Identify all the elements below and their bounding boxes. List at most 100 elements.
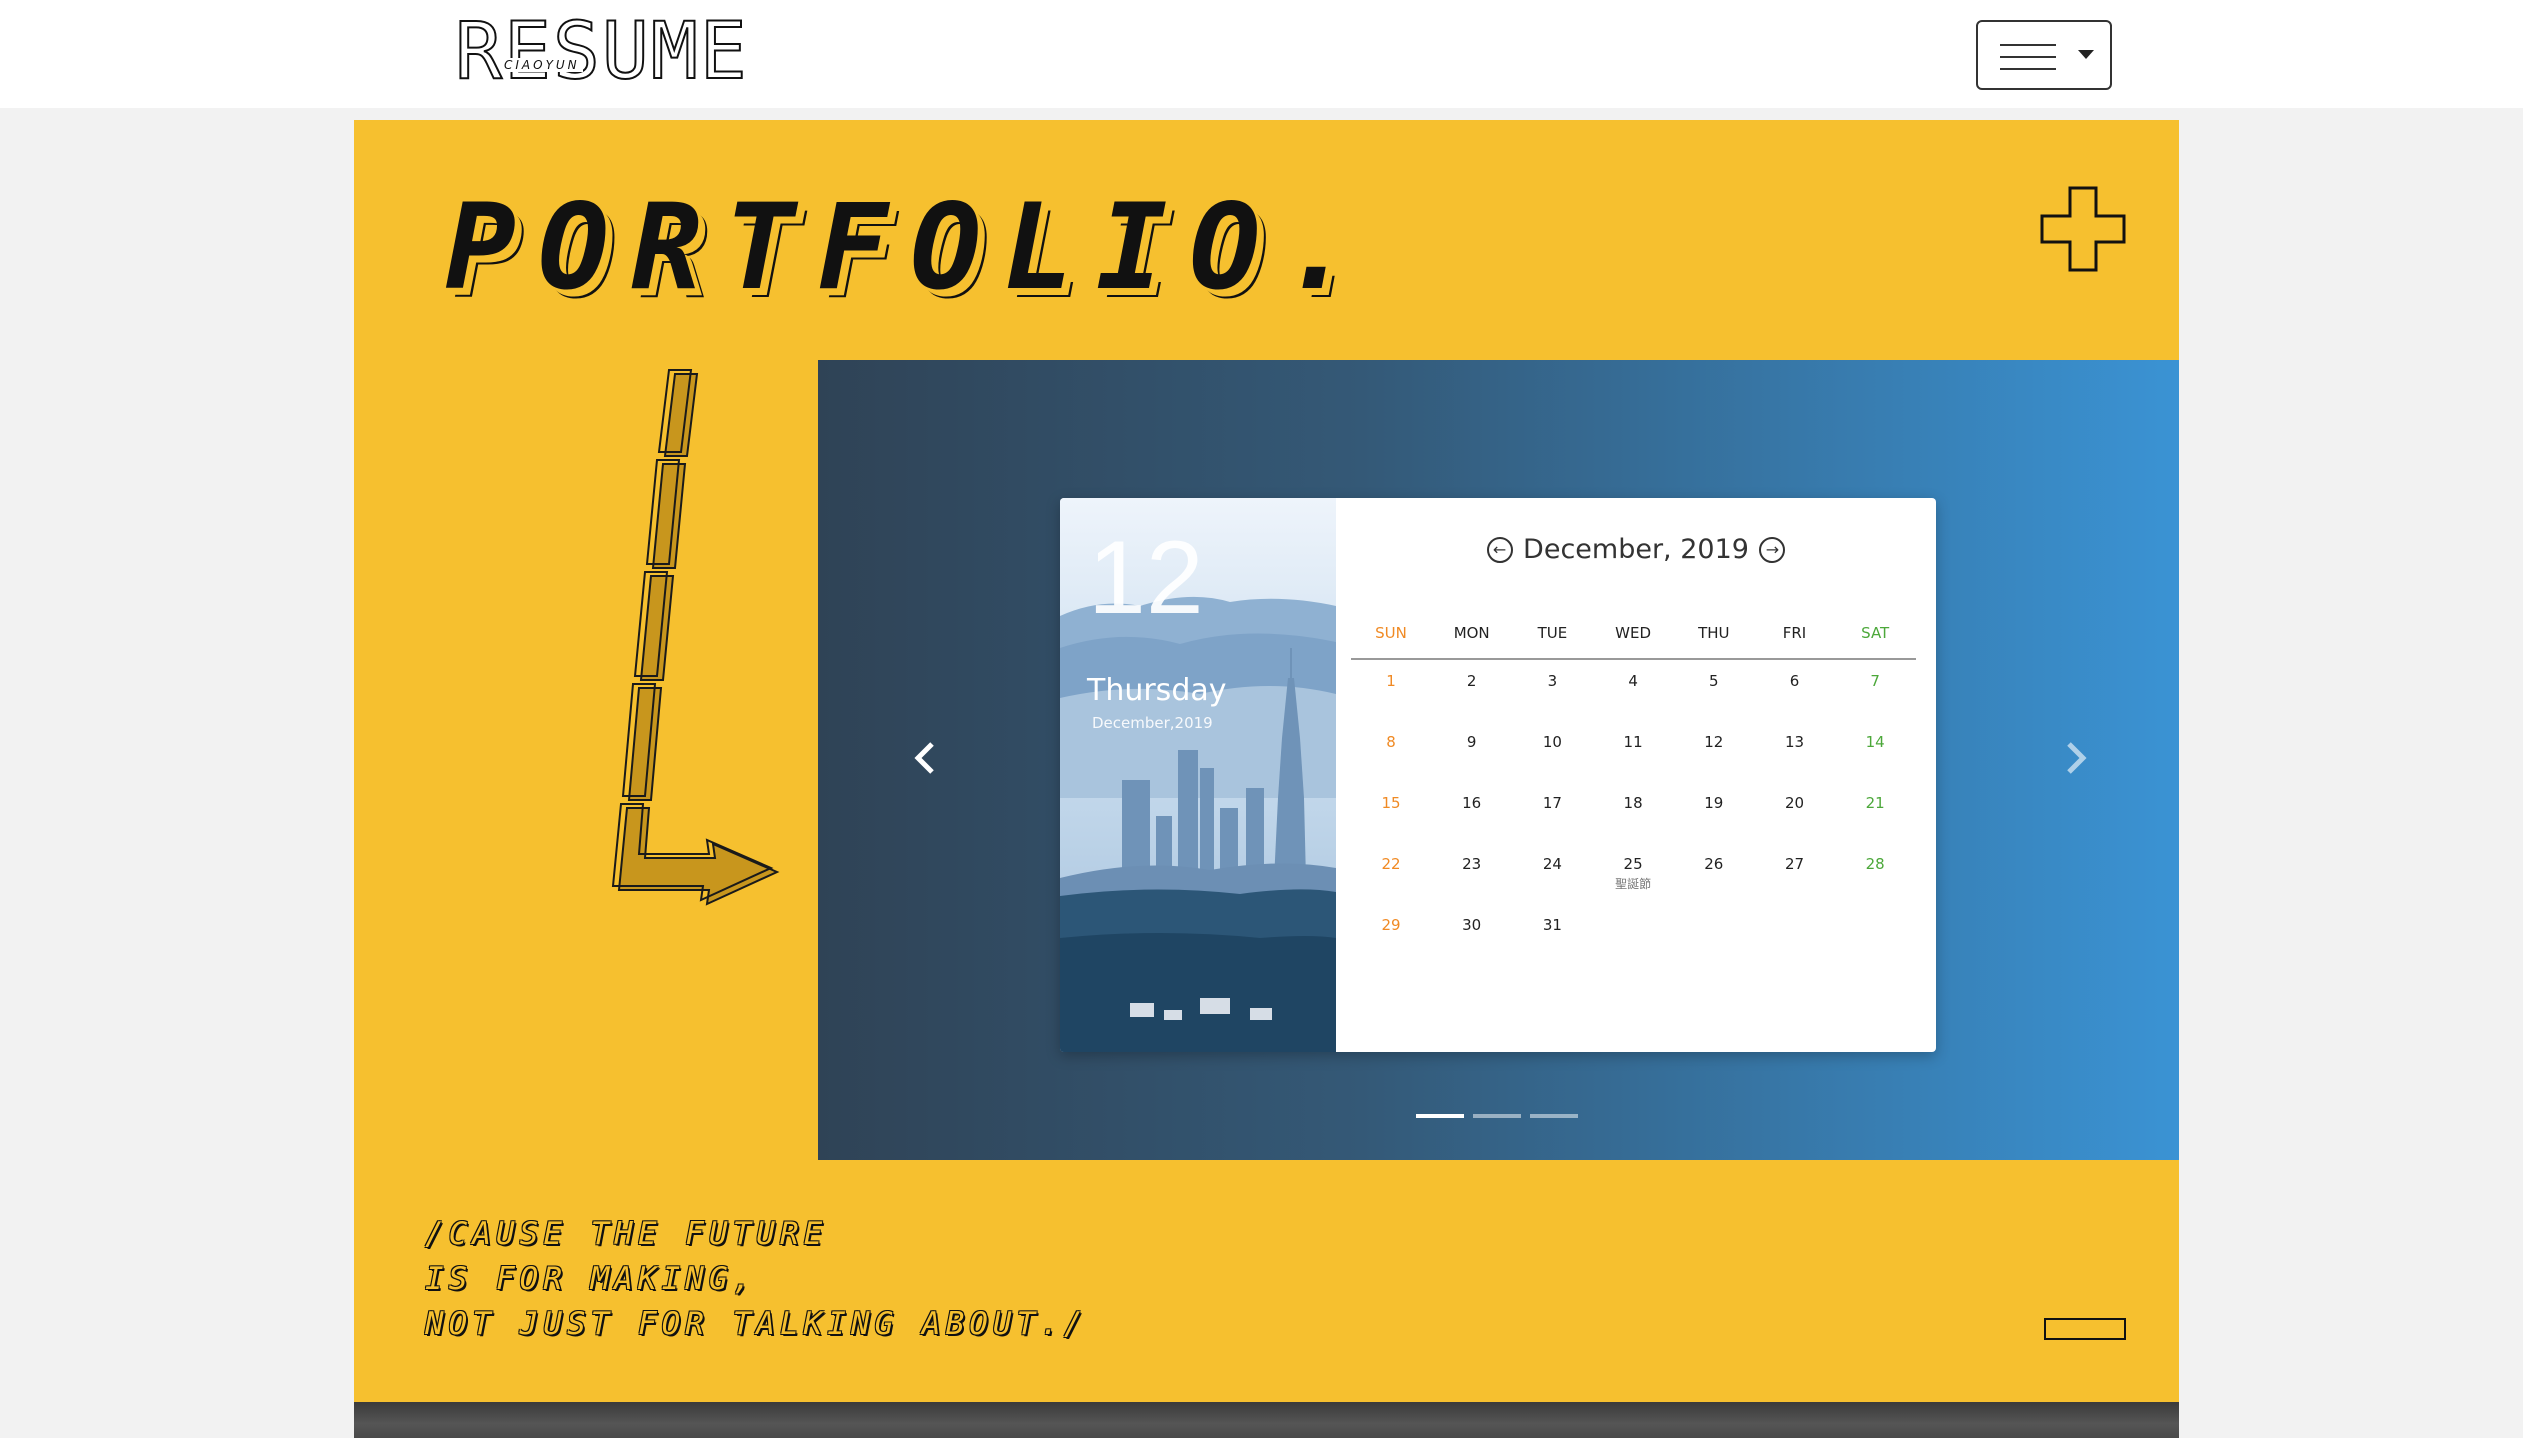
calendar-day[interactable]: 1 <box>1351 660 1431 721</box>
weekday-label: SUN <box>1375 624 1407 642</box>
decorative-rectangle <box>2044 1318 2126 1340</box>
weekday-label: MON <box>1453 624 1490 642</box>
calendar-grid-panel: December, 2019 SUNMONTUEWEDTHUFRISAT 123… <box>1336 498 1936 1052</box>
chevron-right-icon[interactable] <box>2055 738 2095 778</box>
day-number: 15 <box>1381 794 1401 812</box>
calendar-day[interactable]: 8 <box>1351 721 1431 782</box>
calendar-header: December, 2019 <box>1336 534 1936 574</box>
weekday-label: WED <box>1615 624 1652 642</box>
day-number: 3 <box>1547 672 1558 690</box>
motto-quote: /CAUSE THE FUTURE IS FOR MAKING, NOT JUST … <box>425 1212 1225 1347</box>
calendar-day[interactable]: 29 <box>1351 904 1431 965</box>
calendar-days-grid: 1 2 3 4 5 6 7 8 9 10 11 12 13 14 15 16 17 18 19 20 21 22 23 24 2… <box>1351 660 1916 1040</box>
menu-toggle-button[interactable] <box>1976 20 2112 90</box>
hamburger-icon <box>2000 44 2056 70</box>
calendar-day[interactable]: 5 <box>1674 660 1754 721</box>
selected-day-number: 12 <box>1088 520 1204 636</box>
calendar-day[interactable]: 12 <box>1674 721 1754 782</box>
next-section-preview <box>354 1402 2179 1438</box>
day-number: 9 <box>1466 733 1477 751</box>
holiday-note: 聖誕節 <box>1615 877 1652 891</box>
day-number: 31 <box>1542 916 1562 934</box>
day-number: 12 <box>1704 733 1724 751</box>
carousel-indicator[interactable] <box>1530 1114 1578 1118</box>
logo-text: RESUME <box>454 7 749 97</box>
quote-line: NOT JUST FOR TALKING ABOUT./ <box>425 1306 1088 1342</box>
calendar-day[interactable]: 21 <box>1835 782 1915 843</box>
day-number: 2 <box>1466 672 1477 690</box>
calendar-day[interactable]: 19 <box>1674 782 1754 843</box>
calendar-day[interactable]: 2 <box>1432 660 1512 721</box>
day-number: 29 <box>1381 916 1401 934</box>
carousel-indicator[interactable] <box>1416 1114 1464 1118</box>
calendar-day[interactable]: 9 <box>1432 721 1512 782</box>
weekday-label: TUE <box>1537 624 1568 642</box>
arrow-down-right-icon <box>611 369 780 906</box>
weekday-header-row: SUN MON TUE WED THU FRI SAT <box>1351 616 1916 660</box>
day-number: 8 <box>1386 733 1396 751</box>
day-number: 19 <box>1704 794 1724 812</box>
calendar-day[interactable]: 18 <box>1593 782 1673 843</box>
day-number: 7 <box>1870 672 1880 690</box>
calendar-day[interactable]: 25 聖誕節 <box>1593 843 1673 904</box>
calendar-day[interactable]: 23 <box>1432 843 1512 904</box>
day-number: 13 <box>1784 733 1805 751</box>
top-navbar: RESUME CIAOYUN <box>0 0 2523 108</box>
selected-weekday: Thursday <box>1087 673 1227 708</box>
day-number: 27 <box>1784 855 1805 873</box>
calendar-day[interactable]: 3 <box>1512 660 1592 721</box>
chevron-left-icon[interactable] <box>906 738 946 778</box>
calendar-day[interactable]: 28 <box>1835 843 1915 904</box>
day-number: 1 <box>1386 672 1396 690</box>
calendar-day[interactable]: 22 <box>1351 843 1431 904</box>
weekday-label: SAT <box>1861 624 1890 642</box>
portfolio-heading: PORTFOLIO. <box>445 178 1376 316</box>
day-number: 20 <box>1784 794 1805 812</box>
calendar-day[interactable]: 7 <box>1835 660 1915 721</box>
calendar-day[interactable]: 24 <box>1512 843 1592 904</box>
calendar-day[interactable]: 10 <box>1512 721 1592 782</box>
calendar-month-title: December, 2019 <box>1523 534 1749 565</box>
calendar-day[interactable]: 30 <box>1432 904 1512 965</box>
quote-line: IS FOR MAKING, <box>425 1261 757 1297</box>
weekday-label: THU <box>1698 624 1730 642</box>
calendar-day[interactable]: 14 <box>1835 721 1915 782</box>
calendar-day[interactable]: 13 <box>1755 721 1835 782</box>
calendar-day[interactable]: 15 <box>1351 782 1431 843</box>
day-number: 11 <box>1623 733 1643 751</box>
logo-subtext: CIAOYUN <box>501 58 583 72</box>
day-number: 6 <box>1789 672 1800 690</box>
calendar-day[interactable]: 6 <box>1755 660 1835 721</box>
day-number: 21 <box>1865 794 1885 812</box>
quote-line: /CAUSE THE FUTURE <box>425 1216 828 1252</box>
weekday-label: FRI <box>1782 624 1807 642</box>
arrow-right-circle-icon[interactable] <box>1759 536 1786 563</box>
carousel-indicator[interactable] <box>1473 1114 1521 1118</box>
calendar-day[interactable]: 17 <box>1512 782 1592 843</box>
calendar-widget: 12 Thursday December,2019 December, 2019… <box>1060 498 1936 1052</box>
calendar-day[interactable]: 4 <box>1593 660 1673 721</box>
portfolio-carousel: 12 Thursday December,2019 December, 2019… <box>818 360 2179 1160</box>
calendar-day[interactable]: 31 <box>1512 904 1592 965</box>
day-number: 24 <box>1542 855 1562 873</box>
calendar-day[interactable]: 16 <box>1432 782 1512 843</box>
day-number: 17 <box>1542 794 1562 812</box>
arrow-left-circle-icon[interactable] <box>1486 536 1513 563</box>
day-number: 30 <box>1462 916 1482 934</box>
day-number: 16 <box>1462 794 1482 812</box>
caret-down-icon <box>2078 50 2094 59</box>
calendar-day[interactable]: 11 <box>1593 721 1673 782</box>
day-number: 22 <box>1381 855 1401 873</box>
day-number: 26 <box>1704 855 1724 873</box>
day-number: 23 <box>1462 855 1482 873</box>
calendar-day[interactable]: 26 <box>1674 843 1754 904</box>
day-number: 28 <box>1865 855 1885 873</box>
city-skyline-image: 12 Thursday December,2019 <box>1060 498 1336 1052</box>
day-number: 14 <box>1865 733 1885 751</box>
calendar-day[interactable]: 20 <box>1755 782 1835 843</box>
site-logo[interactable]: RESUME CIAOYUN <box>454 7 775 97</box>
day-number: 25 <box>1623 855 1643 873</box>
day-number: 18 <box>1623 794 1643 812</box>
calendar-day[interactable]: 27 <box>1755 843 1835 904</box>
day-number: 4 <box>1628 672 1638 690</box>
